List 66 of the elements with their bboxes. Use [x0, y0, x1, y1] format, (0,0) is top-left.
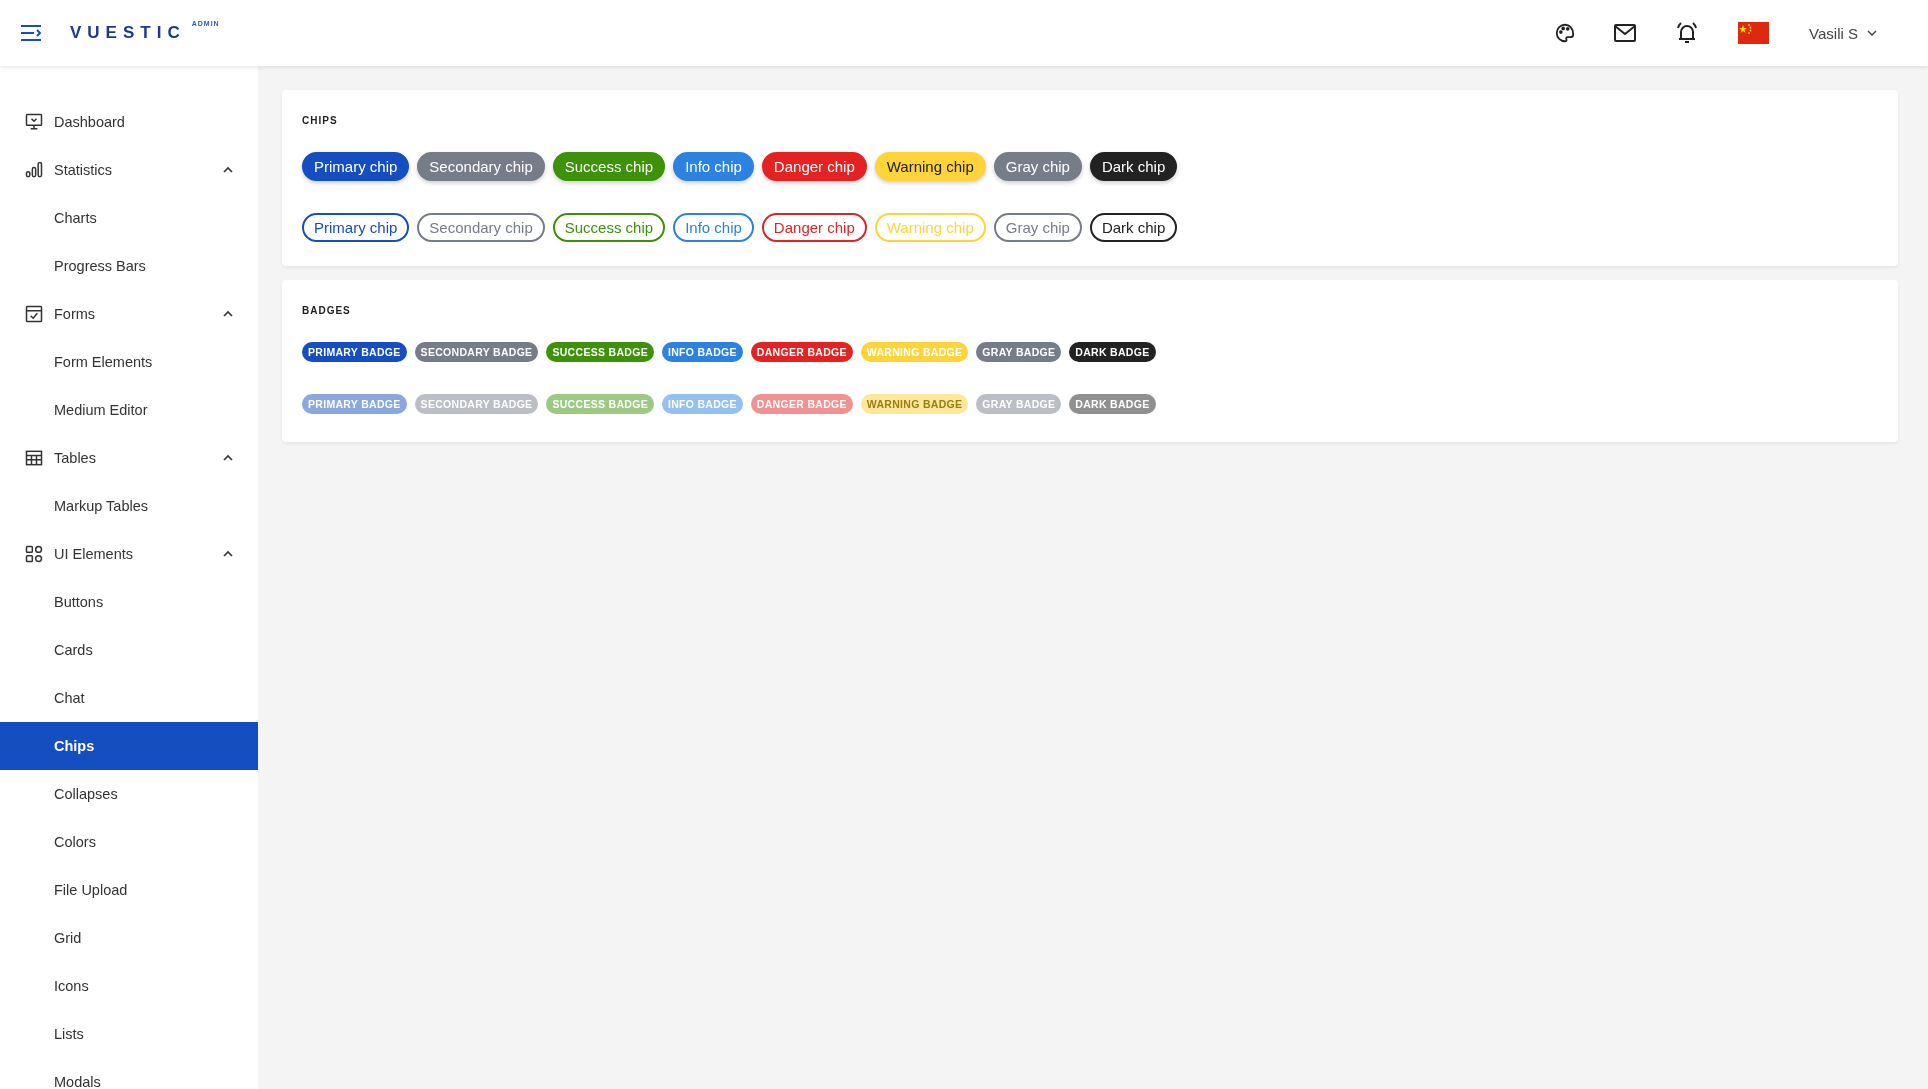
sidebar-item[interactable]: Grid [0, 914, 258, 962]
menu-icon[interactable] [20, 24, 42, 42]
chip[interactable]: Danger chip [761, 213, 867, 242]
logo-text: VUESTIC [70, 23, 186, 43]
chip[interactable]: Danger chip [761, 152, 867, 181]
sidebar-item[interactable]: Lists [0, 1010, 258, 1058]
badge: GRAY BADGE [976, 394, 1062, 414]
checkbox-form-icon [24, 304, 44, 324]
chip[interactable]: Dark chip [1089, 213, 1178, 242]
chip[interactable]: Gray chip [993, 213, 1082, 242]
chip[interactable]: Info chip [673, 152, 754, 181]
table-icon [24, 448, 44, 468]
badge: PRIMARY BADGE [302, 394, 407, 414]
card-title: BADGES [302, 305, 351, 316]
badge: SECONDARY BADGE [414, 394, 539, 414]
palette-icon[interactable] [1554, 22, 1577, 44]
sidebar-item[interactable]: Forms [0, 290, 258, 338]
sidebar-item[interactable]: Dashboard [0, 98, 258, 146]
chevron-down-icon[interactable] [1866, 27, 1878, 39]
sidebar-item[interactable]: Progress Bars [0, 242, 258, 290]
sidebar-item[interactable]: Markup Tables [0, 482, 258, 530]
sidebar-item[interactable]: Buttons [0, 578, 258, 626]
monitor-icon [24, 112, 44, 132]
widgets-icon [24, 544, 44, 564]
sidebar-item[interactable]: Chips [0, 722, 258, 770]
card-title: CHIPS [302, 115, 338, 126]
chip[interactable]: Success chip [552, 213, 666, 242]
sidebar-item[interactable]: File Upload [0, 866, 258, 914]
sidebar-item[interactable]: Medium Editor [0, 386, 258, 434]
bar-chart-icon [24, 160, 44, 180]
chip[interactable]: Secondary chip [417, 213, 545, 242]
sidebar-item[interactable]: Colors [0, 818, 258, 866]
badge: DARK BADGE [1069, 394, 1156, 414]
badge: DARK BADGE [1069, 342, 1156, 362]
badge: SUCCESS BADGE [546, 342, 654, 362]
sidebar-item[interactable]: Form Elements [0, 338, 258, 386]
sidebar-item[interactable]: Charts [0, 194, 258, 242]
badge: SUCCESS BADGE [546, 394, 654, 414]
sidebar-item[interactable]: UI Elements [0, 530, 258, 578]
sidebar-item[interactable]: Icons [0, 962, 258, 1010]
sidebar-item[interactable]: Statistics [0, 146, 258, 194]
badge: GRAY BADGE [976, 342, 1062, 362]
chip[interactable]: Primary chip [302, 213, 410, 242]
chip[interactable]: Primary chip [302, 152, 410, 181]
mail-icon[interactable] [1614, 24, 1637, 42]
chip[interactable]: Warning chip [874, 152, 986, 181]
badge: PRIMARY BADGE [302, 342, 407, 362]
sidebar-item[interactable]: Chat [0, 674, 258, 722]
badge: SECONDARY BADGE [414, 342, 539, 362]
badge: INFO BADGE [661, 394, 743, 414]
chip[interactable]: Info chip [673, 213, 754, 242]
badge: INFO BADGE [661, 342, 743, 362]
sidebar-item[interactable]: Cards [0, 626, 258, 674]
sidebar-item[interactable]: Collapses [0, 770, 258, 818]
flag-icon[interactable] [1738, 22, 1770, 44]
chip[interactable]: Success chip [552, 152, 666, 181]
badge: WARNING BADGE [860, 394, 969, 414]
sidebar-item[interactable]: Modals [0, 1058, 258, 1089]
sidebar-item[interactable]: Tables [0, 434, 258, 482]
badge: DANGER BADGE [750, 394, 853, 414]
badge: DANGER BADGE [750, 342, 853, 362]
chip[interactable]: Gray chip [993, 152, 1082, 181]
badge: WARNING BADGE [860, 342, 969, 362]
chip[interactable]: Dark chip [1089, 152, 1178, 181]
user-menu[interactable]: Vasili S [1809, 24, 1878, 42]
chip[interactable]: Secondary chip [417, 152, 545, 181]
